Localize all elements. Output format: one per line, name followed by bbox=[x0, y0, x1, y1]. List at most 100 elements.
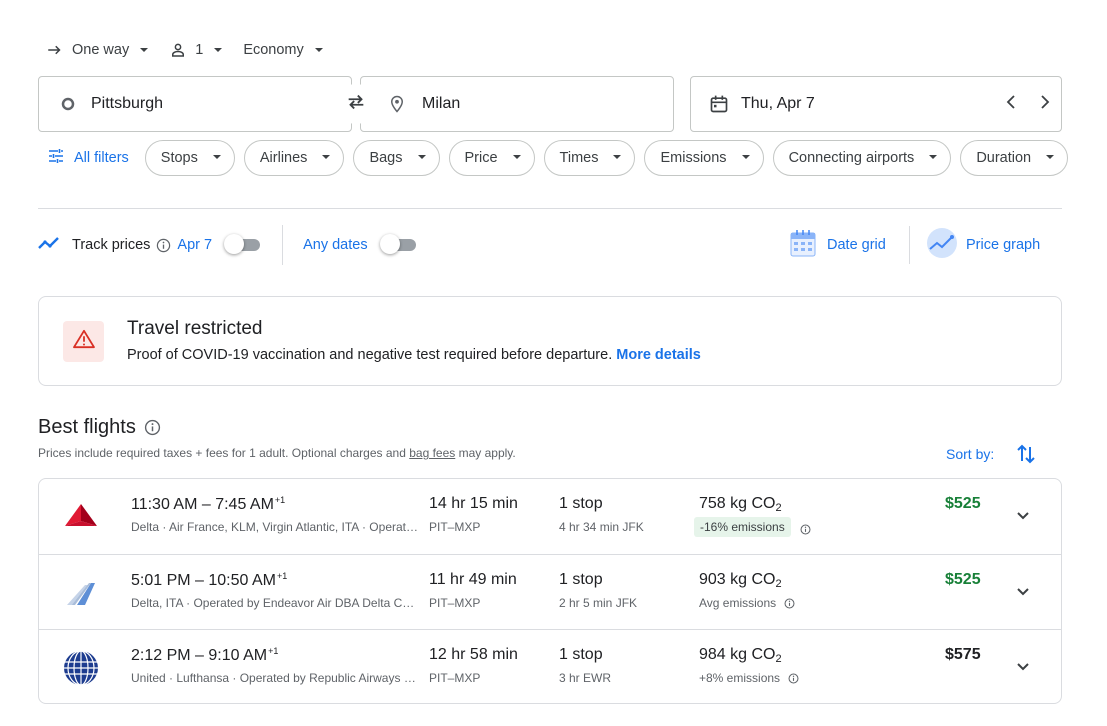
cabin-select[interactable]: Economy bbox=[243, 42, 323, 58]
warning-triangle-icon bbox=[72, 329, 95, 354]
trip-type-select[interactable]: One way bbox=[46, 41, 149, 59]
flight-duration: 11 hr 49 min bbox=[429, 571, 517, 588]
tune-sliders-icon bbox=[48, 148, 74, 168]
date-grid-button[interactable]: Date grid bbox=[790, 230, 886, 260]
price-graph-button[interactable]: Price graph bbox=[926, 228, 1040, 262]
person-icon bbox=[169, 41, 187, 59]
caret-down-icon bbox=[928, 150, 938, 166]
swap-button[interactable] bbox=[336, 84, 376, 124]
flight-times: 5:01 PM – 10:50 AM+1 bbox=[131, 571, 288, 589]
flight-stops: 1 stop bbox=[559, 646, 603, 663]
cabin-label: Economy bbox=[243, 42, 304, 58]
destination-field[interactable]: Milan bbox=[360, 76, 674, 132]
destination-value: Milan bbox=[422, 95, 461, 112]
subtitle-text-end: may apply. bbox=[455, 446, 516, 460]
sort-arrows-icon[interactable] bbox=[1016, 443, 1036, 470]
flight-co2: 758 kg CO2 bbox=[699, 495, 782, 514]
caret-down-icon bbox=[213, 45, 223, 55]
chip-label: Connecting airports bbox=[788, 150, 915, 166]
calendar-icon bbox=[709, 94, 729, 114]
chevron-left-icon bbox=[1006, 94, 1018, 114]
caret-down-icon bbox=[212, 150, 222, 166]
flight-list: 11:30 AM – 7:45 AM+1 Delta · Air France,… bbox=[38, 478, 1062, 704]
flight-layover: 2 hr 5 min JFK bbox=[559, 596, 638, 610]
sort-by-label[interactable]: Sort by: bbox=[946, 446, 994, 462]
location-pin-icon bbox=[388, 94, 406, 114]
flight-duration: 14 hr 15 min bbox=[429, 495, 518, 512]
origin-value: Pittsburgh bbox=[91, 95, 164, 112]
info-icon[interactable] bbox=[784, 598, 795, 609]
flight-layover: 3 hr EWR bbox=[559, 671, 612, 685]
flight-times: 11:30 AM – 7:45 AM+1 bbox=[131, 495, 286, 513]
emissions-badge: -16% emissions bbox=[694, 517, 791, 537]
flight-airlines: Delta · Air France, KLM, Virgin Atlantic… bbox=[131, 520, 419, 534]
track-prices-label: Track prices bbox=[72, 237, 151, 253]
chip-label: Times bbox=[559, 150, 599, 166]
filter-chip-duration[interactable]: Duration bbox=[960, 140, 1069, 176]
subtitle-text: Prices include required taxes + fees for… bbox=[38, 446, 410, 460]
more-details-link[interactable]: More details bbox=[616, 347, 701, 363]
flight-duration: 12 hr 58 min bbox=[429, 646, 518, 663]
next-date-button[interactable] bbox=[1030, 90, 1058, 118]
expand-chevron-icon[interactable] bbox=[1015, 507, 1031, 528]
day-offset: +1 bbox=[276, 571, 288, 581]
caret-down-icon bbox=[314, 45, 324, 55]
best-flights-title: Best flights bbox=[38, 416, 136, 438]
flight-row[interactable]: 5:01 PM – 10:50 AM+1 Delta, ITA · Operat… bbox=[39, 554, 1061, 629]
flight-row[interactable]: 11:30 AM – 7:45 AM+1 Delta · Air France,… bbox=[39, 479, 1061, 554]
filter-chip-times[interactable]: Times bbox=[543, 140, 636, 176]
info-icon[interactable] bbox=[156, 238, 171, 253]
chip-label: Price bbox=[464, 150, 498, 166]
day-offset: +1 bbox=[268, 646, 279, 656]
flight-airlines: Delta, ITA · Operated by Endeavor Air DB… bbox=[131, 596, 419, 610]
arrow-right-icon bbox=[46, 41, 64, 59]
track-date-toggle[interactable] bbox=[224, 234, 262, 254]
delta-logo-icon bbox=[63, 499, 99, 535]
origin-field[interactable]: Pittsburgh bbox=[38, 76, 352, 132]
origin-circle-icon bbox=[61, 97, 75, 111]
caret-down-icon bbox=[612, 150, 622, 166]
passengers-select[interactable]: 1 bbox=[169, 41, 223, 59]
info-icon[interactable] bbox=[144, 419, 161, 436]
track-date-label: Apr 7 bbox=[177, 237, 213, 253]
filter-chip-connecting-airports[interactable]: Connecting airports bbox=[772, 140, 952, 176]
vertical-divider bbox=[282, 225, 284, 265]
caret-down-icon bbox=[741, 150, 751, 166]
flight-route: PIT–MXP bbox=[429, 520, 481, 534]
emissions-label: +8% emissions bbox=[699, 671, 799, 685]
filter-chip-price[interactable]: Price bbox=[448, 140, 535, 176]
bag-fees-link[interactable]: bag fees bbox=[409, 446, 455, 460]
all-filters-label: All filters bbox=[74, 150, 129, 166]
vertical-divider bbox=[909, 226, 910, 264]
filter-chip-stops[interactable]: Stops bbox=[144, 140, 235, 176]
filter-chip-airlines[interactable]: Airlines bbox=[243, 140, 345, 176]
filter-chip-bags[interactable]: Bags bbox=[353, 140, 440, 176]
flight-price: $525 bbox=[945, 495, 981, 512]
flight-stops: 1 stop bbox=[559, 571, 603, 588]
info-icon[interactable] bbox=[800, 522, 811, 540]
all-filters-button[interactable]: All filters bbox=[48, 148, 129, 168]
flight-times: 2:12 PM – 9:10 AM+1 bbox=[131, 646, 279, 664]
any-dates-toggle[interactable] bbox=[379, 234, 418, 254]
caret-down-icon bbox=[139, 45, 149, 55]
caret-down-icon bbox=[512, 150, 522, 166]
flight-route: PIT–MXP bbox=[429, 671, 481, 685]
warning-badge bbox=[63, 321, 104, 362]
caret-down-icon bbox=[417, 150, 427, 166]
chip-label: Bags bbox=[369, 150, 403, 166]
chip-label: Emissions bbox=[660, 150, 727, 166]
expand-chevron-icon[interactable] bbox=[1015, 658, 1031, 679]
expand-chevron-icon[interactable] bbox=[1015, 583, 1031, 604]
filter-chip-emissions[interactable]: Emissions bbox=[644, 140, 764, 176]
flight-price: $575 bbox=[945, 646, 981, 663]
flight-price: $525 bbox=[945, 571, 981, 588]
chip-label: Stops bbox=[160, 150, 198, 166]
flight-layover: 4 hr 34 min JFK bbox=[559, 520, 644, 534]
date-grid-label: Date grid bbox=[827, 237, 886, 253]
previous-date-button[interactable] bbox=[998, 90, 1026, 118]
flight-row[interactable]: 2:12 PM – 9:10 AM+1 United · Lufthansa ·… bbox=[39, 629, 1061, 703]
date-grid-icon bbox=[790, 229, 816, 261]
caret-down-icon bbox=[1045, 150, 1055, 166]
info-icon[interactable] bbox=[788, 673, 799, 684]
swap-arrows-icon bbox=[345, 91, 367, 118]
